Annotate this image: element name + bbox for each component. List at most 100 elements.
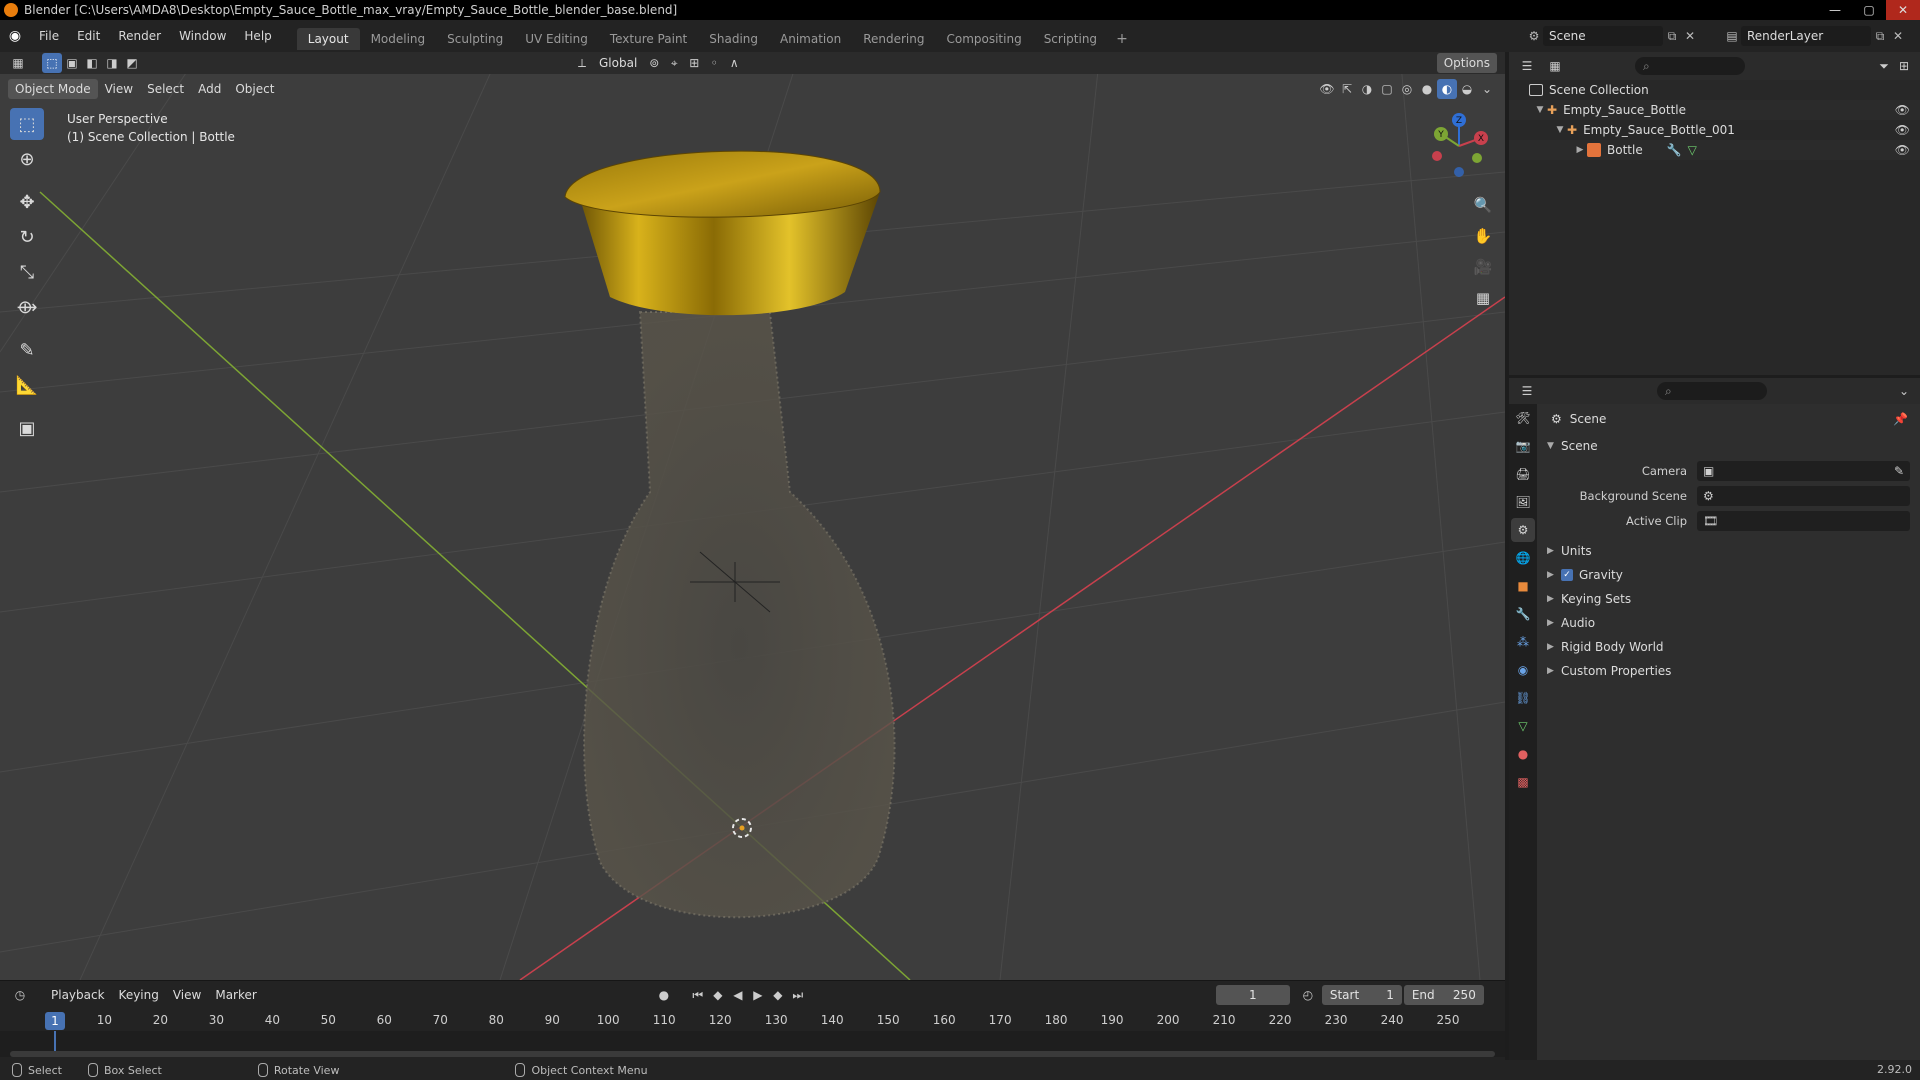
display-mode-icon[interactable]: ▦	[1545, 56, 1565, 76]
timeline-editor-icon[interactable]: ◷	[10, 985, 30, 1005]
remove-icon[interactable]: ✕	[1889, 27, 1907, 45]
menu-help[interactable]: Help	[235, 20, 280, 52]
select-mode-icon[interactable]: ⬚	[42, 53, 62, 73]
properties-options-icon[interactable]: ⌄	[1894, 381, 1914, 401]
start-frame-field[interactable]: Start 1	[1321, 985, 1402, 1005]
render-tab-icon[interactable]: 📷	[1511, 434, 1535, 458]
viewport-scene[interactable]	[0, 52, 1505, 980]
navigation-gizmo[interactable]: Z X Y	[1425, 112, 1493, 180]
particles-tab-icon[interactable]: ⁂	[1511, 630, 1535, 654]
proportional-edit-icon[interactable]: ◦	[704, 53, 724, 73]
menu-select[interactable]: Select	[140, 79, 191, 99]
camera-view-icon[interactable]: 🎥	[1470, 254, 1496, 280]
overlays-icon[interactable]: ◑	[1357, 79, 1377, 99]
camera-field[interactable]: ▣ ✎	[1697, 460, 1910, 481]
editor-type-icon[interactable]: ▦	[8, 53, 28, 73]
menu-view[interactable]: View	[98, 79, 140, 99]
outliner-row-scene-collection[interactable]: Scene Collection	[1509, 80, 1920, 100]
outliner-row-bottle[interactable]: ▶ Bottle 🔧 ▽ 👁	[1509, 140, 1920, 160]
object-data-tab-icon[interactable]: ▽	[1511, 714, 1535, 738]
transform-tool-icon[interactable]: ⟴	[10, 291, 44, 323]
timeline-scrollbar[interactable]	[10, 1051, 1495, 1057]
tab-layout[interactable]: Layout	[296, 27, 360, 50]
snap-target-icon[interactable]: ⊞	[684, 53, 704, 73]
world-tab-icon[interactable]: 🌐	[1511, 546, 1535, 570]
remove-icon[interactable]: ✕	[1681, 27, 1699, 45]
tab-modeling[interactable]: Modeling	[360, 28, 437, 50]
tab-compositing[interactable]: Compositing	[935, 28, 1032, 50]
texture-tab-icon[interactable]: ▩	[1511, 770, 1535, 794]
shading-solid-icon[interactable]: ●	[1417, 79, 1437, 99]
panel-audio-header[interactable]: ▶ Audio	[1537, 611, 1920, 635]
options-dropdown[interactable]: Options	[1436, 53, 1497, 73]
tab-animation[interactable]: Animation	[769, 28, 852, 50]
tool-tab-icon[interactable]: 🛠	[1511, 406, 1535, 430]
outliner-editor-icon[interactable]: ☰	[1517, 56, 1537, 76]
menu-timeline-view[interactable]: View	[166, 985, 208, 1005]
panel-rigid-body-world-header[interactable]: ▶ Rigid Body World	[1537, 635, 1920, 659]
scale-tool-icon[interactable]: ⤡	[10, 256, 44, 288]
shading-wireframe-icon[interactable]: ◎	[1397, 79, 1417, 99]
menu-marker[interactable]: Marker	[208, 985, 263, 1005]
object-tab-icon[interactable]: ■	[1511, 574, 1535, 598]
play-reverse-icon[interactable]: ◀	[728, 985, 748, 1005]
panel-gravity-header[interactable]: ▶ ✓ Gravity	[1537, 563, 1920, 587]
menu-render[interactable]: Render	[109, 20, 170, 52]
expand-chevron-icon[interactable]: ▼	[1553, 125, 1567, 135]
scene-selector[interactable]: ⚙ Scene ⧉ ✕	[1525, 25, 1705, 47]
output-tab-icon[interactable]: 🖨	[1511, 462, 1535, 486]
snap-icon[interactable]: ⌖	[664, 53, 684, 73]
tab-sculpting[interactable]: Sculpting	[436, 28, 514, 50]
current-frame-field[interactable]: 1	[1215, 985, 1290, 1005]
outliner-row-empty-sauce-bottle-001[interactable]: ▼ ✚ Empty_Sauce_Bottle_001 👁	[1509, 120, 1920, 140]
zoom-icon[interactable]: 🔍	[1470, 192, 1496, 218]
jump-end-icon[interactable]: ⏭	[788, 985, 808, 1005]
panel-keying-sets-header[interactable]: ▶ Keying Sets	[1537, 587, 1920, 611]
visibility-eye-icon[interactable]: 👁	[1895, 143, 1910, 157]
shading-material-icon[interactable]: ◐	[1437, 79, 1457, 99]
maximize-button[interactable]: ▢	[1852, 0, 1886, 20]
tab-shading[interactable]: Shading	[698, 28, 769, 50]
modifier-wrench-icon[interactable]: 🔧	[1667, 143, 1682, 157]
rotate-tool-icon[interactable]: ↻	[10, 221, 44, 253]
add-workspace-button[interactable]: +	[1108, 28, 1136, 50]
record-icon[interactable]: ●	[654, 985, 674, 1005]
visibility-icon[interactable]: 👁	[1317, 79, 1337, 99]
ortho-grid-icon[interactable]: ▦	[1470, 285, 1496, 311]
tab-scripting[interactable]: Scripting	[1033, 28, 1108, 50]
pan-hand-icon[interactable]: ✋	[1470, 223, 1496, 249]
pin-icon[interactable]: 📌	[1893, 412, 1908, 426]
end-frame-field[interactable]: End 250	[1403, 985, 1484, 1005]
shading-rendered-icon[interactable]: ◒	[1457, 79, 1477, 99]
gizmo-neg-y[interactable]	[1472, 153, 1482, 163]
copy-icon[interactable]: ⧉	[1663, 27, 1681, 45]
outliner-search-input[interactable]: ⌕	[1635, 57, 1745, 75]
select-extend-icon[interactable]: ◧	[82, 53, 102, 73]
menu-playback[interactable]: Playback	[44, 985, 112, 1005]
background-scene-field[interactable]: ⚙	[1697, 485, 1910, 506]
mesh-data-icon[interactable]: ▽	[1688, 143, 1697, 157]
select-subtract-icon[interactable]: ◨	[102, 53, 122, 73]
menu-file[interactable]: File	[30, 20, 68, 52]
view-layer-selector[interactable]: ▤ RenderLayer ⧉ ✕	[1723, 25, 1918, 47]
expand-chevron-icon[interactable]: ▼	[1533, 105, 1547, 115]
panel-custom-properties-header[interactable]: ▶ Custom Properties	[1537, 659, 1920, 683]
select-box-tool-icon[interactable]: ⬚	[10, 108, 44, 140]
copy-icon[interactable]: ⧉	[1871, 27, 1889, 45]
tab-uv-editing[interactable]: UV Editing	[514, 28, 599, 50]
menu-add[interactable]: Add	[191, 79, 228, 99]
menu-edit[interactable]: Edit	[68, 20, 109, 52]
next-keyframe-icon[interactable]: ◆	[768, 985, 788, 1005]
view-layer-tab-icon[interactable]: 🖼	[1511, 490, 1535, 514]
new-collection-icon[interactable]: ⊞	[1894, 56, 1914, 76]
transform-orientation-dropdown[interactable]: Global	[592, 53, 644, 73]
mode-dropdown[interactable]: Object Mode	[8, 79, 98, 99]
panel-scene-header[interactable]: ▼ Scene	[1537, 434, 1920, 458]
properties-editor-icon[interactable]: ☰	[1517, 381, 1537, 401]
scene-name-field[interactable]: Scene	[1543, 26, 1663, 46]
collapse-chevron-icon[interactable]: ▶	[1573, 145, 1587, 155]
visibility-eye-icon[interactable]: 👁	[1895, 103, 1910, 117]
menu-object[interactable]: Object	[228, 79, 281, 99]
layer-name-field[interactable]: RenderLayer	[1741, 26, 1871, 46]
gizmo-neg-x[interactable]	[1432, 151, 1442, 161]
